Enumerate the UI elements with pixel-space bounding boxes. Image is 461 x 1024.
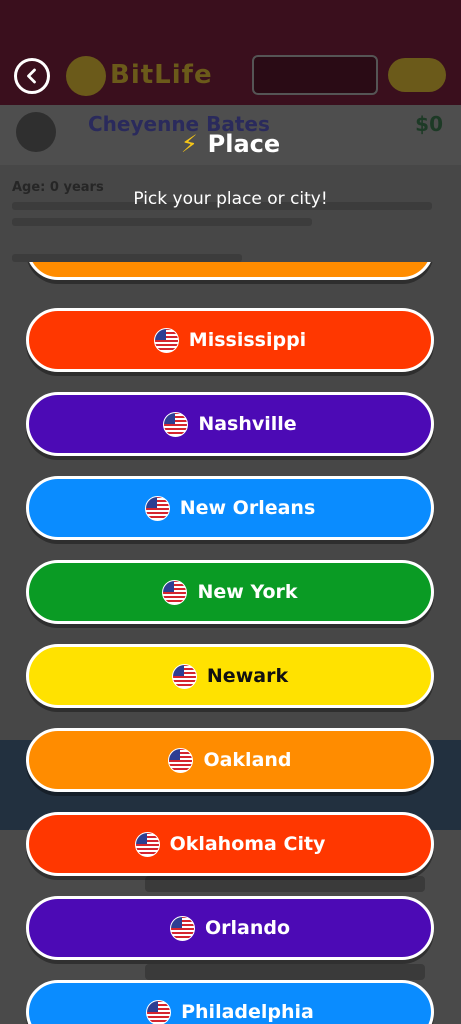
place-button-nashville[interactable]: Nashville [26,392,434,456]
chevron-left-icon [27,68,36,84]
place-button-oklahoma-city[interactable]: Oklahoma City [26,812,434,876]
background-counter [252,55,378,95]
place-label: Oakland [203,749,292,771]
log-line [12,254,242,262]
place-label: Oklahoma City [169,833,326,855]
place-list[interactable]: Mississippi Nashville New Orleans New Yo… [0,262,461,1024]
place-label: Mississippi [188,329,307,351]
log-line [12,218,312,226]
us-flag-icon [163,411,189,437]
page-title: Place [207,130,281,158]
background-badge [388,58,446,92]
app-name: BitLife [110,60,213,90]
back-button[interactable] [14,58,50,94]
us-flag-icon [134,831,160,857]
place-button-partial[interactable] [26,262,434,280]
us-flag-icon [144,495,170,521]
place-label: New York [197,581,298,603]
place-button-orlando[interactable]: Orlando [26,896,434,960]
app-logo-mark [66,56,106,96]
us-flag-icon [169,915,195,941]
place-button-oakland[interactable]: Oakland [26,728,434,792]
modal-title: ⚡ Place [0,128,461,160]
us-flag-icon [153,327,179,353]
app-logo: BitLife [66,56,216,96]
place-label: Nashville [198,413,297,435]
us-flag-icon [162,579,188,605]
place-label: Newark [206,665,289,687]
page-subtitle: Pick your place or city! [133,189,328,209]
place-button-new-orleans[interactable]: New Orleans [26,476,434,540]
us-flag-icon [168,747,194,773]
place-button-newark[interactable]: Newark [26,644,434,708]
place-label: Philadelphia [181,1001,314,1023]
place-button-new-york[interactable]: New York [26,560,434,624]
place-label: Orlando [204,917,291,939]
us-flag-icon [146,999,172,1024]
place-button-philadelphia[interactable]: Philadelphia [26,980,434,1024]
place-button-mississippi[interactable]: Mississippi [26,308,434,372]
place-label: New Orleans [179,497,316,519]
lightning-bolt-icon: ⚡ [180,130,198,158]
us-flag-icon [171,663,197,689]
